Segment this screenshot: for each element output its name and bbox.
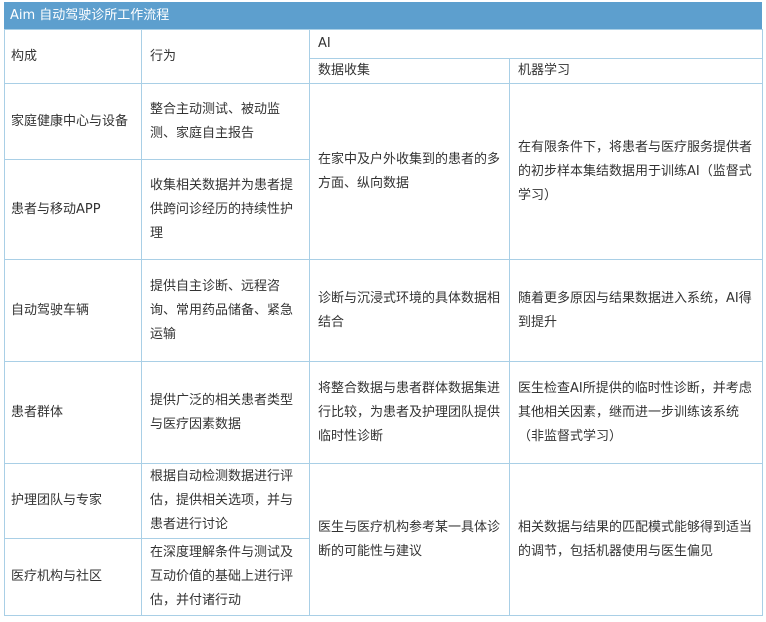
machine-learning-cell: 在有限条件下，将患者与医疗服务提供者的初步样本集结数据用于训练AI（监督式学习） [508,83,764,260]
data-collection-cell: 诊断与沉浸式环境的具体数据相结合 [309,259,510,362]
workflow-frame: Aim 自动驾驶诊所工作流程 构成 行为 AI 数据收集 机器学习 家庭健康中心… [4,2,766,616]
header-component: 构成 [4,29,142,84]
table-row: 患者群体 提供广泛的相关患者类型与医疗因素数据 将整合数据与患者群体数据集进行比… [4,361,764,464]
component-cell: 护理团队与专家 [4,463,142,539]
table-row: 家庭健康中心与设备 整合主动测试、被动监测、家庭自主报告 在家中及户外收集到的患… [4,83,764,260]
machine-learning-cell: 随着更多原因与结果数据进入系统，AI得到提升 [508,259,764,362]
data-collection-cell: 将整合数据与患者群体数据集进行比较，为患者及护理团队提供临时性诊断 [309,361,510,464]
behavior-cell: 整合主动测试、被动监测、家庭自主报告 [141,83,310,160]
data-collection-cell: 医生与医疗机构参考某一具体诊断的可能性与建议 [309,463,510,616]
header-data-collection: 数据收集 [309,58,510,84]
header-machine-learning: 机器学习 [508,58,764,84]
behavior-cell: 在深度理解条件与测试及互动价值的基础上进行评估，并付诸行动 [141,538,310,616]
workflow-table: 构成 行为 AI 数据收集 机器学习 家庭健康中心与设备 整合主动测试、被动监测… [4,29,764,616]
behavior-cell: 收集相关数据并为患者提供跨问诊经历的持续性护理 [141,159,310,260]
component-cell: 自动驾驶车辆 [4,259,142,362]
component-cell: 家庭健康中心与设备 [4,83,142,160]
data-collection-cell: 在家中及户外收集到的患者的多方面、纵向数据 [309,83,510,260]
table-title: Aim 自动驾驶诊所工作流程 [4,2,762,29]
machine-learning-cell: 医生检查AI所提供的临时性诊断，并考虑其他相关因素，继而进一步训练该系统（非监督… [508,361,764,464]
behavior-cell: 提供自主诊断、远程咨询、常用药品储备、紧急运输 [141,259,310,362]
table-row: 自动驾驶车辆 提供自主诊断、远程咨询、常用药品储备、紧急运输 诊断与沉浸式环境的… [4,259,764,362]
component-cell: 患者与移动APP [4,159,142,260]
behavior-cell: 提供广泛的相关患者类型与医疗因素数据 [141,361,310,464]
table-row: 护理团队与专家 根据自动检测数据进行评估，提供相关选项，并与患者进行讨论 医生与… [4,463,764,616]
component-cell: 患者群体 [4,361,142,464]
header-behavior: 行为 [141,29,310,84]
header-row: 构成 行为 AI [4,29,764,84]
machine-learning-cell: 相关数据与结果的匹配模式能够得到适当的调节，包括机器使用与医生偏见 [508,463,764,616]
component-cell: 医疗机构与社区 [4,538,142,616]
behavior-cell: 根据自动检测数据进行评估，提供相关选项，并与患者进行讨论 [141,463,310,539]
header-ai: AI [308,29,764,59]
